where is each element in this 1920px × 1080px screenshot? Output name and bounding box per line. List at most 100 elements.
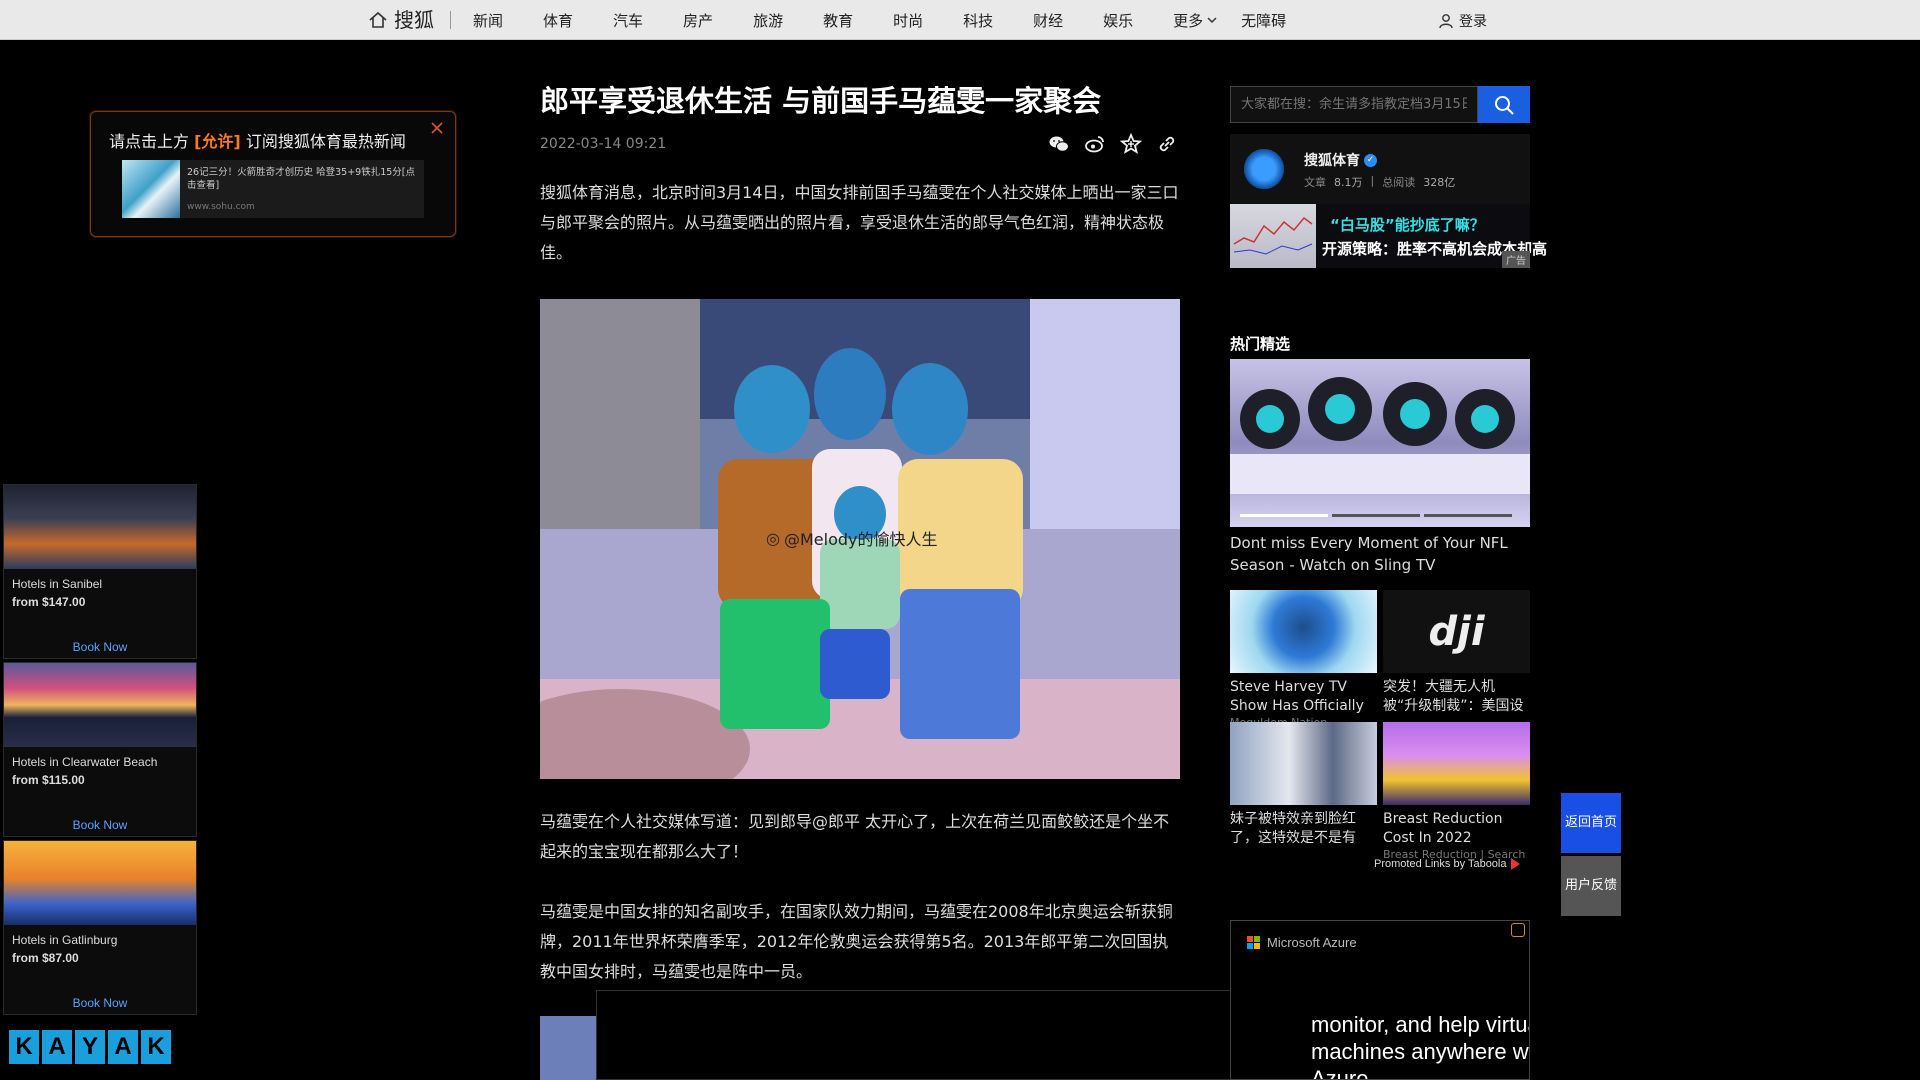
- taboola-logo-icon: [1510, 858, 1520, 870]
- nav-more-label: 更多: [1173, 11, 1204, 30]
- microsoft-logo-icon: [1247, 935, 1261, 950]
- azure-ad[interactable]: Microsoft Azure monitor, and help virtua…: [1230, 920, 1530, 1080]
- sohu-home-link[interactable]: 搜狐: [368, 8, 451, 32]
- article-paragraph: 马蕴雯在个人社交媒体写道：见到郎导@郎平 太开心了，上次在荷兰见面鲛鲛还是个坐不…: [540, 812, 1170, 861]
- notification-suffix: 订阅搜狐体育最热新闻: [245, 132, 406, 151]
- promoted-tile[interactable]: 妹子被特效亲到脸红了，这特效是不是有点...: [1230, 722, 1377, 848]
- taboola-attribution[interactable]: Promoted Links by Taboola: [1374, 858, 1520, 870]
- hotel-name: Hotels in Gatlinburg: [12, 933, 118, 947]
- author-name-row: 搜狐体育 ✓: [1304, 150, 1377, 170]
- carousel-dot[interactable]: [1240, 514, 1328, 517]
- reads-label: 总阅读: [1382, 176, 1416, 189]
- nav-link-house[interactable]: 房产: [683, 10, 713, 31]
- promoted-tile[interactable]: Steve Harvey TV Show Has Officially Ende…: [1230, 590, 1377, 729]
- tile-title: 妹子被特效亲到脸红了，这特效是不是有点...: [1230, 811, 1356, 846]
- kayak-letter: Y: [75, 1030, 105, 1064]
- preview-url: www.sohu.com: [187, 202, 255, 212]
- search-box: [1230, 86, 1530, 123]
- hotel-price: from $147.00: [12, 595, 86, 609]
- close-icon[interactable]: [429, 120, 445, 136]
- sidebar-banner-ad[interactable]: “白马股”能抄底了嘛？ 开源策略：胜率不高机会成本却高 广告: [1230, 204, 1547, 268]
- reads-count: 328亿: [1423, 176, 1456, 189]
- tile-title: Steve Harvey TV Show Has Officially Ende…: [1230, 679, 1364, 714]
- author-card[interactable]: 搜狐体育 ✓ 文章 8.1万 | 总阅读 328亿: [1230, 134, 1530, 204]
- article-date: 2022-03-14 09:21: [540, 136, 667, 152]
- brand-label: 搜狐: [394, 8, 434, 32]
- hotel-name: Hotels in Sanibel: [12, 577, 103, 591]
- bottom-ad-overlay[interactable]: [596, 990, 1324, 1080]
- promoted-tile[interactable]: Breast Reduction Cost In 2022 Breast Red…: [1383, 722, 1530, 861]
- carousel-dot[interactable]: [1424, 514, 1512, 517]
- azure-brand-label: Microsoft Azure: [1267, 935, 1357, 950]
- carousel-indicators[interactable]: [1240, 514, 1512, 517]
- article-photo[interactable]: ◎ @Melody的愉快人生: [540, 299, 1180, 779]
- tile-image: [1230, 722, 1377, 805]
- hotel-image: [4, 663, 196, 747]
- wechat-icon[interactable]: [1048, 133, 1070, 155]
- share-bar: [1048, 133, 1178, 155]
- hotel-name: Hotels in Clearwater Beach: [12, 755, 158, 769]
- home-icon: [369, 11, 387, 28]
- hotel-card[interactable]: Hotels in Clearwater Beach from $115.00 …: [3, 662, 197, 837]
- nav-link-finance[interactable]: 财经: [1033, 10, 1063, 31]
- nav-link-travel[interactable]: 旅游: [753, 10, 783, 31]
- search-input[interactable]: [1230, 86, 1478, 123]
- author-name: 搜狐体育: [1304, 153, 1360, 169]
- preview-thumbnail: [122, 160, 180, 218]
- book-now-link[interactable]: Book Now: [4, 640, 196, 654]
- preview-text: 26记三分！火箭胜奇才创历史 哈登35+9铁扎15分[点击查看]: [187, 167, 415, 191]
- top-nav: 搜狐 新闻 体育 汽车 房产 旅游 教育 时尚 科技 财经 娱乐 更多 无障碍 …: [0, 0, 1920, 40]
- kayak-letter: K: [141, 1030, 171, 1064]
- hot-picks-heading: 热门精选: [1230, 335, 1291, 353]
- nav-more-menu[interactable]: 更多: [1173, 10, 1217, 31]
- weibo-icon[interactable]: [1084, 133, 1106, 155]
- nav-link-ent[interactable]: 娱乐: [1103, 10, 1133, 31]
- photo-watermark: ◎ @Melody的愉快人生: [766, 526, 937, 550]
- nav-accessibility[interactable]: 无障碍: [1241, 10, 1286, 31]
- nav-link-tech[interactable]: 科技: [963, 10, 993, 31]
- book-now-link[interactable]: Book Now: [4, 996, 196, 1010]
- avatar: [1244, 149, 1284, 189]
- article-paragraph: 搜狐体育消息，北京时间3月14日，中国女排前国手马蕴雯在个人社交媒体上晒出一家三…: [540, 183, 1179, 262]
- tile-image: [1230, 590, 1377, 673]
- carousel-dot[interactable]: [1332, 514, 1420, 517]
- article-title: 郎平享受退休生活 与前国手马蕴雯一家聚会: [540, 84, 1102, 118]
- left-hotel-ad: ✕ Hotels in Sanibel from $147.00 Book No…: [3, 482, 197, 1064]
- hotel-price: from $115.00: [12, 773, 85, 787]
- articles-count: 8.1万: [1334, 176, 1363, 189]
- nav-link-sports[interactable]: 体育: [543, 10, 573, 31]
- nav-link-education[interactable]: 教育: [823, 10, 853, 31]
- nav-link-auto[interactable]: 汽车: [613, 10, 643, 31]
- verified-icon: ✓: [1364, 153, 1377, 167]
- adchoices-icon[interactable]: [1511, 923, 1525, 937]
- articles-label: 文章: [1304, 176, 1326, 189]
- kayak-letter: A: [42, 1030, 72, 1064]
- notification-preview-card[interactable]: 26记三分！火箭胜奇才创历史 哈登35+9铁扎15分[点击查看] www.soh…: [122, 160, 424, 218]
- promoted-tile[interactable]: dji 突发！大疆无人机被“升级制裁”：美国设计软件: [1383, 590, 1530, 716]
- back-to-home-button[interactable]: 返回首页: [1561, 793, 1621, 853]
- book-now-link[interactable]: Book Now: [4, 818, 196, 832]
- search-button[interactable]: [1478, 86, 1530, 123]
- author-stats: 文章 8.1万 | 总阅读 328亿: [1304, 174, 1455, 190]
- hotel-card[interactable]: Hotels in Sanibel from $147.00 Book Now: [3, 484, 197, 659]
- azure-ad-copy: monitor, and help virtual machines anywh…: [1311, 1012, 1530, 1080]
- nav-link-news[interactable]: 新闻: [473, 10, 503, 31]
- hotel-image: [4, 841, 196, 925]
- kayak-letter: A: [108, 1030, 138, 1064]
- banner-headline: “白马股”能抄底了嘛？: [1330, 216, 1485, 234]
- nav-link-fashion[interactable]: 时尚: [893, 10, 923, 31]
- article-paragraph: 马蕴雯是中国女排的知名副攻手，在国家队效力期间，马蕴雯在2008年北京奥运会斩获…: [540, 902, 1173, 981]
- search-icon: [1495, 95, 1514, 115]
- hot-featured-caption[interactable]: Dont miss Every Moment of Your NFL Seaso…: [1230, 532, 1530, 576]
- kayak-logo[interactable]: K A Y A K: [9, 1030, 171, 1064]
- link-icon[interactable]: [1156, 133, 1178, 155]
- login-label: 登录: [1459, 14, 1487, 30]
- feedback-button[interactable]: 用户反馈: [1561, 856, 1621, 916]
- tile-title: Breast Reduction Cost In 2022: [1383, 811, 1503, 846]
- hotel-card[interactable]: Hotels in Gatlinburg from $87.00 Book No…: [3, 840, 197, 1015]
- star-icon[interactable]: [1120, 133, 1142, 155]
- login-button[interactable]: 登录: [1438, 11, 1487, 31]
- tile-image: dji: [1383, 590, 1530, 673]
- hot-featured-image[interactable]: [1230, 359, 1530, 527]
- banner-chart-image: [1230, 204, 1316, 268]
